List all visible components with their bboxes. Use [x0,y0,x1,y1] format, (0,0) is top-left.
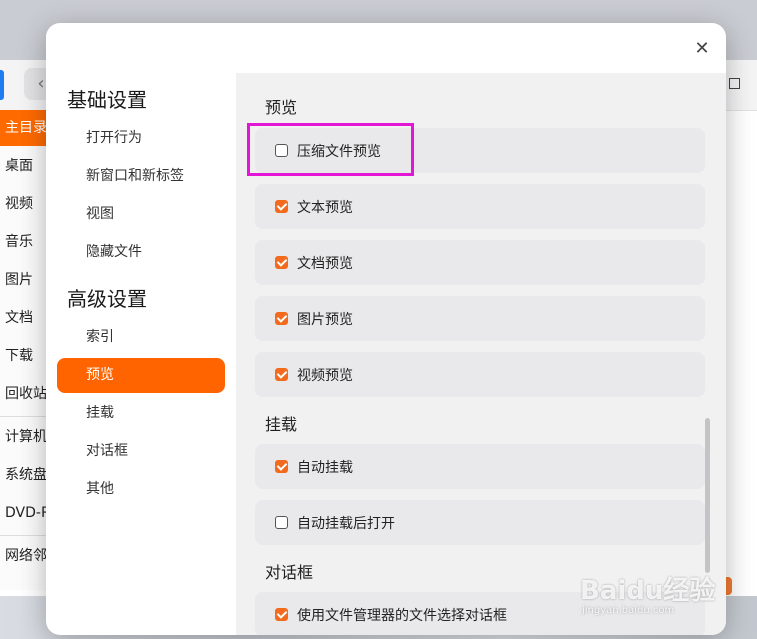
maximize-icon[interactable] [729,78,740,89]
chevron-left-icon: ‹ [37,73,45,94]
section-title-dialog: 对话框 [265,563,314,582]
checkbox-checked[interactable] [275,460,288,473]
nav-heading-basic: 基础设置 [67,88,147,112]
nav-item-other[interactable]: 其他 [57,472,225,507]
watermark-url: jingyan.baidu.com [582,605,675,616]
nav-item-index[interactable]: 索引 [57,320,225,355]
close-button[interactable]: ✕ [692,39,712,59]
checkbox-checked[interactable] [275,200,288,213]
nav-item-preview[interactable]: 预览 [57,358,225,393]
close-icon: ✕ [694,38,710,59]
checkbox-checked[interactable] [275,312,288,325]
section-title-mount: 挂载 [265,415,298,434]
checkbox-checked[interactable] [275,368,288,381]
option-label: 文本预览 [297,199,353,216]
settings-dialog: ✕ 基础设置 打开行为 新窗口和新标签 视图 隐藏文件 高级设置 索引 预览 挂… [46,23,726,635]
checkbox-checked[interactable] [275,608,288,621]
option-label: 视频预览 [297,367,353,384]
nav-heading-advanced: 高级设置 [67,287,147,311]
option-image-preview[interactable]: 图片预览 [255,296,705,341]
option-document-preview[interactable]: 文档预览 [255,240,705,285]
option-label: 文档预览 [297,255,353,272]
content-scrollbar[interactable] [705,418,710,573]
nav-item-mount[interactable]: 挂载 [57,396,225,431]
nav-item-dialog[interactable]: 对话框 [57,434,225,469]
section-title-preview: 预览 [265,98,298,117]
option-label: 图片预览 [297,311,353,328]
nav-item-hidden-files[interactable]: 隐藏文件 [57,235,225,270]
checkbox-checked[interactable] [275,256,288,269]
option-label: 使用文件管理器的文件选择对话框 [297,607,507,624]
option-label: 自动挂载 [297,459,353,476]
option-auto-mount[interactable]: 自动挂载 [255,444,705,489]
nav-item-view[interactable]: 视图 [57,197,225,232]
option-video-preview[interactable]: 视频预览 [255,352,705,397]
option-text-preview[interactable]: 文本预览 [255,184,705,229]
watermark-logo: Baidu经验 [580,576,716,606]
active-window-indicator [0,70,4,100]
nav-item-new-window-tab[interactable]: 新窗口和新标签 [57,159,225,194]
checkbox-unchecked[interactable] [275,516,288,529]
option-label: 自动挂载后打开 [297,515,395,532]
option-open-after-mount[interactable]: 自动挂载后打开 [255,500,705,545]
settings-nav: 基础设置 打开行为 新窗口和新标签 视图 隐藏文件 高级设置 索引 预览 挂载 … [46,23,236,635]
nav-item-open-behavior[interactable]: 打开行为 [57,121,225,156]
annotation-highlight-box [247,123,414,176]
